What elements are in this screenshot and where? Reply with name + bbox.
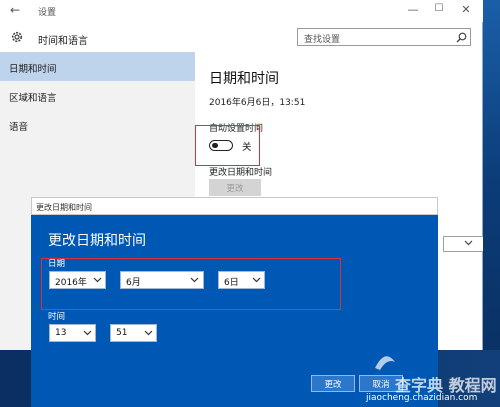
minute-select[interactable]: 51 <box>110 324 157 342</box>
title-bar: ← 设置 — ☐ ✕ <box>0 0 483 22</box>
annotation-box-date <box>41 258 341 310</box>
chevron-down-icon <box>464 240 473 246</box>
timezone-dropdown[interactable] <box>443 236 483 252</box>
dialog-title-bar: 更改日期和时间 <box>31 197 438 215</box>
change-datetime-label: 更改日期和时间 <box>209 168 273 178</box>
dialog-change-button[interactable]: 更改 <box>311 375 355 392</box>
back-arrow-icon[interactable]: ← <box>10 3 20 17</box>
watermark-logo-icon <box>375 356 395 370</box>
gear-icon <box>11 31 23 43</box>
hour-select[interactable]: 13 <box>49 324 96 342</box>
page-title: 日期和时间 <box>209 71 279 87</box>
annotation-box-toggle <box>195 125 260 166</box>
watermark-url: jiaocheng.chazidian.com <box>366 393 478 403</box>
sidebar-item-date-time[interactable]: 日期和时间 <box>0 52 195 81</box>
sidebar-item-region-language[interactable]: 区域和语言 <box>0 81 195 110</box>
chevron-down-icon <box>144 330 153 336</box>
maximize-button[interactable]: ☐ <box>431 3 447 14</box>
chevron-down-icon <box>83 330 92 336</box>
sidebar-item-speech[interactable]: 语音 <box>0 110 195 139</box>
sidebar-item-label: 区域和语言 <box>9 93 57 104</box>
change-datetime-button[interactable]: 更改 <box>209 179 261 196</box>
hour-value: 13 <box>55 328 67 338</box>
search-placeholder: 查找设置 <box>304 35 341 45</box>
window-title: 设置 <box>38 8 57 18</box>
dialog-heading: 更改日期和时间 <box>48 233 146 249</box>
search-icon[interactable] <box>456 32 467 43</box>
current-datetime: 2016年6月6日，13:51 <box>209 98 306 108</box>
minute-value: 51 <box>116 328 128 338</box>
minimize-button[interactable]: — <box>405 3 421 16</box>
search-input[interactable]: 查找设置 <box>297 28 471 46</box>
desktop-background <box>483 0 500 407</box>
time-label: 时间 <box>48 312 66 322</box>
sidebar-item-label: 语音 <box>9 122 29 133</box>
close-button[interactable]: ✕ <box>458 3 474 16</box>
dialog-title: 更改日期和时间 <box>36 203 92 212</box>
section-title: 时间和语言 <box>38 36 88 47</box>
sidebar-item-label: 日期和时间 <box>9 64 57 75</box>
